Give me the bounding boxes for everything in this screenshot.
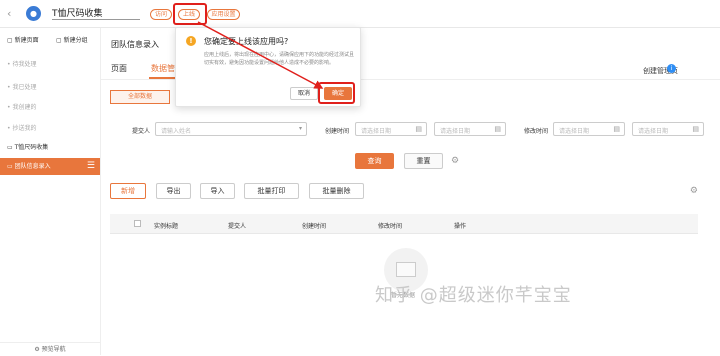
sidebar-item-processed[interactable]: • 我已处理 [7,82,36,91]
created-end-date-input[interactable]: 请选择日期 ▤ [434,122,506,136]
column-actions: 操作 [454,223,467,230]
new-group-button[interactable]: ▢ 新建分组 [56,35,88,44]
created-time-label: 创建时间 [325,128,350,135]
dialog-question: 您确定要上线该应用吗? [204,37,289,46]
batch-delete-button[interactable]: 批量删除 [309,183,364,199]
back-arrow-icon[interactable]: ‹ [7,7,11,20]
chevron-down-icon: ▾ [298,125,302,132]
new-group-label: 新建分组 [63,37,88,44]
submitter-placeholder: 请输入姓名 [161,128,192,135]
date-placeholder: 请选择日期 [361,128,392,135]
sidebar-item-label: 抄送我的 [12,125,37,132]
modified-end-date-input[interactable]: 请选择日期 ▤ [632,122,704,136]
app-name-field[interactable]: T恤尺码收集 [52,6,140,20]
query-button[interactable]: 查询 [355,153,394,169]
date-placeholder: 请选择日期 [440,128,471,135]
modified-start-date-input[interactable]: 请选择日期 ▤ [553,122,625,136]
date-placeholder: 请选择日期 [559,128,590,135]
all-data-tab[interactable]: 全部数据 [110,90,170,104]
created-start-date-input[interactable]: 请选择日期 ▤ [355,122,427,136]
warning-icon: ! [186,36,196,46]
sidebar-item-created[interactable]: • 我创建的 [7,102,36,111]
add-button[interactable]: 新增 [110,183,146,199]
column-submitter: 提交人 [228,223,247,230]
column-instance-title: 实例标题 [154,223,179,230]
gear-icon[interactable]: ⚙ [451,156,459,166]
new-page-button[interactable]: ▢ 新建页面 [7,35,39,44]
sidebar-item-label: 待我处理 [12,61,37,68]
app-settings-button[interactable]: 应用设置 [207,9,240,20]
app-logo-icon: ● [26,6,41,21]
export-button[interactable]: 导出 [156,183,191,199]
submitter-label: 提交人 [132,128,151,135]
sidebar-item-team-info[interactable]: ▭ 团队信息录入 ☰ [0,158,100,175]
visit-button[interactable]: 访问 [150,9,172,20]
dialog-cancel-button[interactable]: 取消 [290,87,318,100]
sidebar-item-pending[interactable]: • 待我处理 [7,59,36,68]
sidebar-item-cc[interactable]: • 抄送我的 [7,123,36,132]
table-header: 实例标题 提交人 创建时间 修改时间 操作 [110,214,698,234]
sidebar-toolbar: ▢ 新建页面 ▢ 新建分组 [0,28,100,50]
modified-time-label: 修改时间 [524,128,549,135]
tab-page[interactable]: 页面 [111,63,127,74]
sidebar-section-title[interactable]: ▭ T恤尺码收集 [7,142,48,151]
preview-navigation-button[interactable]: ⚙ 预览导航 [0,342,100,355]
settings-gear-icon[interactable]: ⚙ [690,186,698,196]
calendar-icon: ▤ [494,125,501,133]
top-bar: ‹ ● T恤尺码收集 访问 上线 应用设置 [0,0,720,28]
dialog-description: 应用上线后，将出现在应用中心，请确保应用下的功能均经过测试且切实有效，避免因功能… [204,52,355,66]
submitter-input[interactable]: 请输入姓名 ▾ [155,122,307,136]
reset-button[interactable]: 重置 [404,153,443,169]
preview-navigation-label: 预览导航 [41,346,66,353]
date-placeholder: 请选择日期 [638,128,669,135]
watermark: 知乎 @超级迷你芊宝宝 [375,285,572,306]
sidebar-item-label: 我创建的 [12,104,37,111]
confirm-highlight-box [318,82,355,104]
select-all-checkbox[interactable] [134,220,141,227]
batch-print-button[interactable]: 批量打印 [244,183,299,199]
column-created-time: 创建时间 [302,223,327,230]
page-title: 团队信息录入 [111,40,159,49]
calendar-icon: ▤ [692,125,699,133]
sidebar-active-label: 团队信息录入 [14,163,51,170]
online-highlight-box [173,3,207,25]
import-button[interactable]: 导入 [200,183,235,199]
calendar-icon: ▤ [613,125,620,133]
calendar-icon: ▤ [415,125,422,133]
sidebar: ▢ 新建页面 ▢ 新建分组 • 待我处理 • 我已处理 • 我创建的 • 抄送我… [0,28,101,355]
column-modified-time: 修改时间 [378,223,403,230]
info-icon[interactable]: i [667,64,676,73]
new-page-label: 新建页面 [14,37,39,44]
sidebar-section-label: T恤尺码收集 [14,144,49,151]
menu-icon[interactable]: ☰ [87,158,95,175]
sidebar-item-label: 我已处理 [12,84,37,91]
